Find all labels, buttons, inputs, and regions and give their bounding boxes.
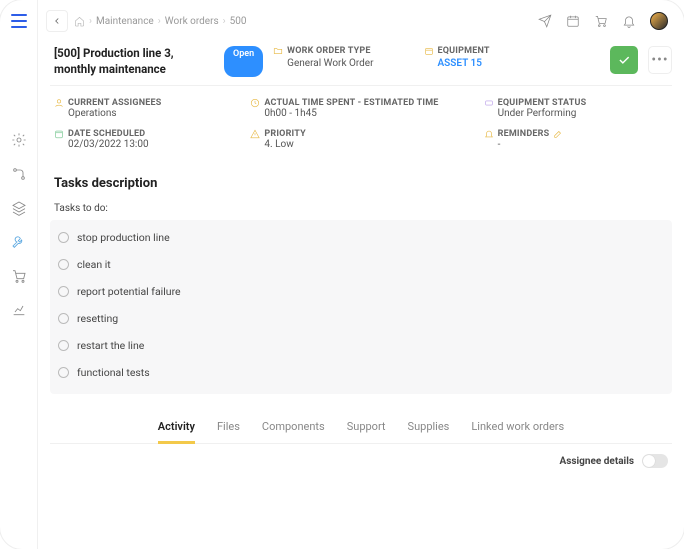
tab-linked[interactable]: Linked work orders — [471, 420, 564, 437]
crumb-id[interactable]: 500 — [230, 16, 247, 27]
radio-icon[interactable] — [58, 286, 69, 297]
radio-icon[interactable] — [58, 313, 69, 324]
priority-label: PRIORITY — [250, 129, 471, 139]
menu-toggle[interactable] — [0, 0, 37, 42]
reminders-label: REMINDERS — [484, 129, 668, 139]
bell-icon[interactable] — [622, 14, 636, 28]
task-label: resetting — [77, 312, 118, 325]
equipment-link[interactable]: ASSET 15 — [424, 58, 490, 69]
reminders-value: - — [484, 139, 668, 150]
task-row[interactable]: clean it — [50, 251, 672, 278]
box-icon — [424, 46, 434, 56]
radio-icon[interactable] — [58, 232, 69, 243]
more-button[interactable]: ••• — [648, 46, 672, 74]
tasks-section-title: Tasks description — [54, 176, 672, 191]
assignees-value: Operations — [54, 108, 238, 119]
work-order-title: [500] Production line 3, monthly mainten… — [54, 46, 210, 77]
task-row[interactable]: functional tests — [50, 359, 672, 386]
avatar[interactable] — [650, 12, 668, 30]
calendar2-icon — [54, 129, 64, 139]
status-badge: Open — [224, 46, 263, 77]
tabs: Activity Files Components Support Suppli… — [50, 420, 672, 444]
task-row[interactable]: restart the line — [50, 332, 672, 359]
crumb-maintenance[interactable]: Maintenance — [96, 16, 154, 27]
task-label: stop production line — [77, 231, 170, 244]
nav-gear-icon[interactable] — [11, 132, 27, 152]
task-label: functional tests — [77, 366, 150, 379]
task-row[interactable]: report potential failure — [50, 278, 672, 305]
nav-flow-icon[interactable] — [11, 166, 27, 186]
task-label: restart the line — [77, 339, 144, 352]
send-icon[interactable] — [538, 14, 552, 28]
tab-supplies[interactable]: Supplies — [408, 420, 450, 437]
user-icon — [54, 98, 64, 108]
tab-files[interactable]: Files — [217, 420, 240, 437]
cart-icon[interactable] — [594, 14, 608, 28]
wo-type-value: General Work Order — [273, 58, 373, 69]
back-button[interactable] — [46, 10, 68, 32]
radio-icon[interactable] — [58, 259, 69, 270]
nav-chart-icon[interactable] — [11, 302, 27, 322]
status-icon — [484, 98, 494, 108]
task-label: report potential failure — [77, 285, 181, 298]
date-value: 02/03/2022 13:00 — [54, 139, 238, 150]
time-value: 0h00 - 1h45 — [250, 108, 471, 119]
radio-icon[interactable] — [58, 367, 69, 378]
nav-cart-icon[interactable] — [11, 268, 27, 288]
wo-type-label: WORK ORDER TYPE — [273, 46, 373, 56]
task-row[interactable]: resetting — [50, 305, 672, 332]
breadcrumb: › Maintenance › Work orders › 500 — [74, 16, 247, 27]
nav-wrench-icon[interactable] — [11, 234, 27, 254]
folder-icon — [273, 46, 283, 56]
task-label: clean it — [77, 258, 111, 271]
nav-layers-icon[interactable] — [11, 200, 27, 220]
calendar-icon[interactable] — [566, 14, 580, 28]
assignees-label: CURRENT ASSIGNEES — [54, 98, 238, 108]
home-icon[interactable] — [74, 16, 85, 27]
equipment-label: EQUIPMENT — [424, 46, 490, 56]
clock-icon — [250, 98, 260, 108]
edit-icon[interactable] — [553, 129, 563, 139]
time-label: ACTUAL TIME SPENT - ESTIMATED TIME — [250, 98, 471, 108]
equip-status-value: Under Performing — [484, 108, 668, 119]
task-row[interactable]: stop production line — [50, 224, 672, 251]
assignee-details-toggle[interactable] — [642, 454, 668, 468]
complete-button[interactable] — [610, 46, 638, 74]
crumb-workorders[interactable]: Work orders — [165, 16, 219, 27]
assignee-details-label: Assignee details — [560, 456, 634, 467]
tab-components[interactable]: Components — [262, 420, 325, 437]
bell2-icon — [484, 129, 494, 139]
tab-support[interactable]: Support — [347, 420, 386, 437]
date-label: DATE SCHEDULED — [54, 129, 238, 139]
tasks-todo-label: Tasks to do: — [54, 203, 672, 214]
radio-icon[interactable] — [58, 340, 69, 351]
task-list: stop production line clean it report pot… — [50, 220, 672, 394]
equip-status-label: EQUIPMENT STATUS — [484, 98, 668, 108]
warning-icon — [250, 129, 260, 139]
priority-value: 4. Low — [250, 139, 471, 150]
tab-activity[interactable]: Activity — [158, 420, 195, 444]
